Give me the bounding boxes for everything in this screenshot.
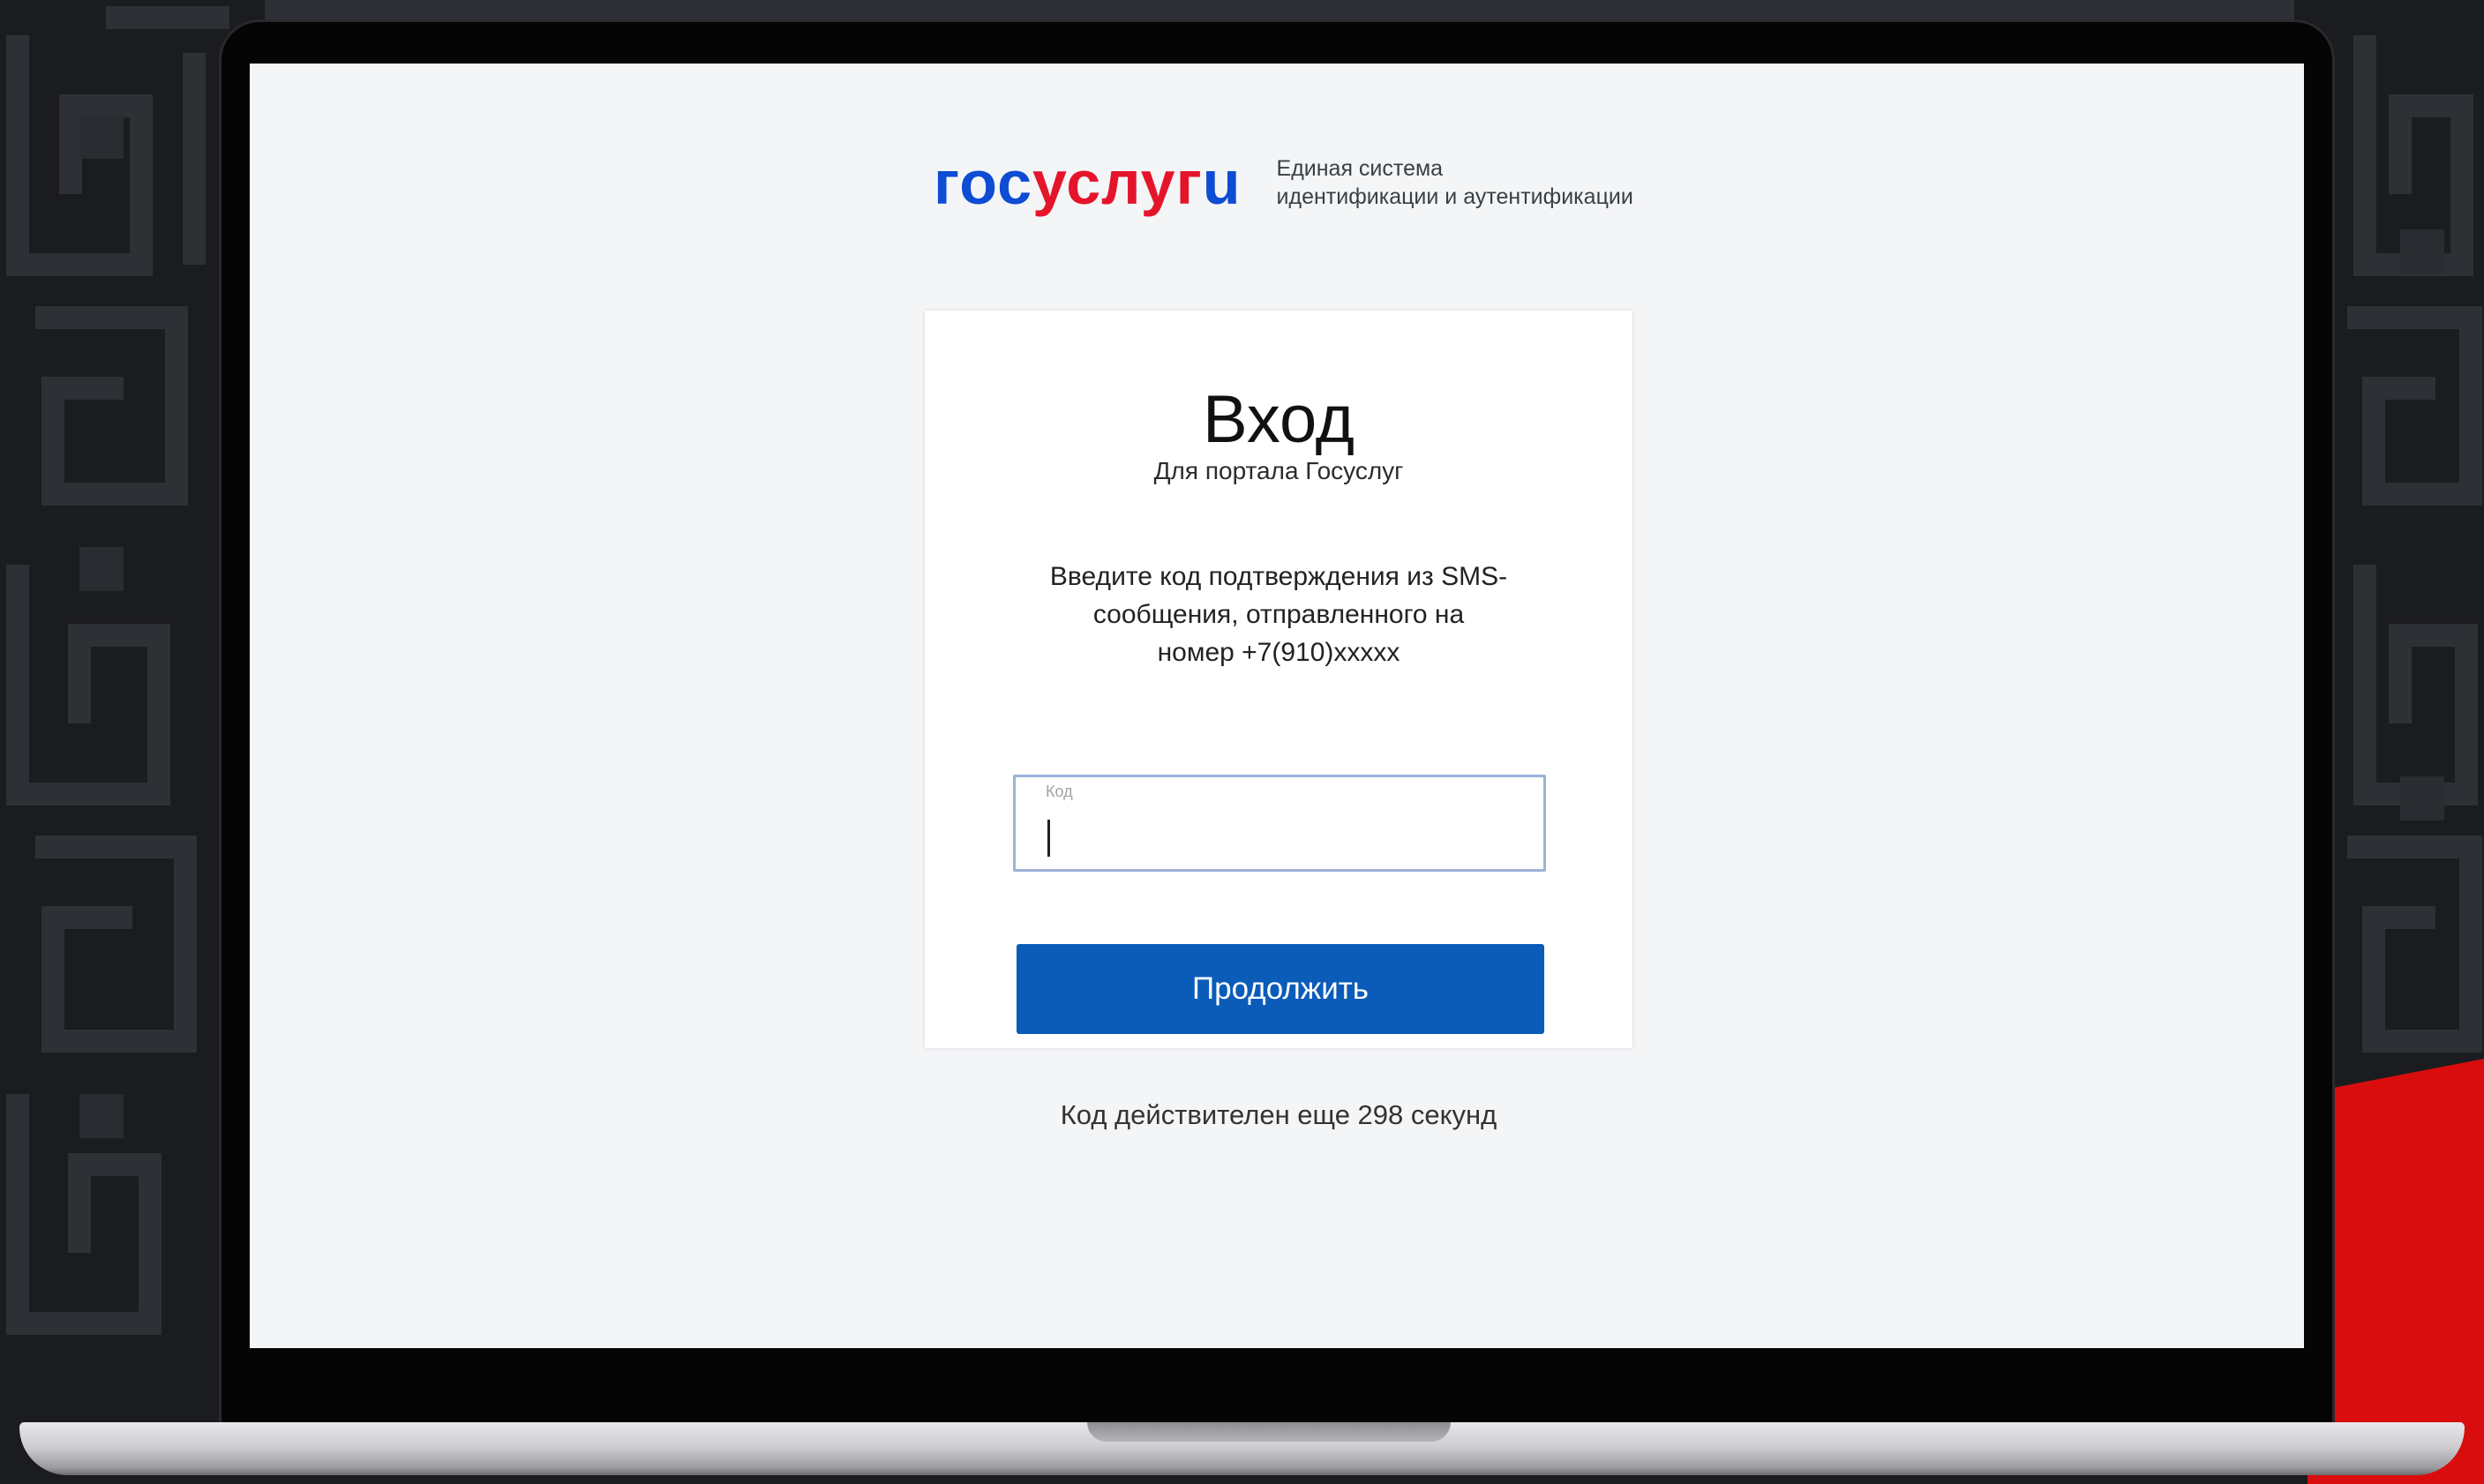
logo-part-uslug: услуг <box>1032 148 1203 217</box>
instructions-line: сообщения, отправленного на <box>1092 600 1465 629</box>
text-cursor <box>1047 820 1050 857</box>
brand-caption-line2: идентификации и аутентификации <box>1276 184 1633 209</box>
sms-instructions: Введите код подтверждения из SMS- сообще… <box>1013 558 1544 671</box>
page-subtitle: Для портала Госуслуг <box>1153 457 1404 484</box>
code-input[interactable] <box>1051 816 1513 860</box>
instructions-line: номер +7(910)xxxxx <box>1157 638 1400 667</box>
logo-part-gos: гос <box>934 148 1032 217</box>
brand-header: госуслугu Единая система идентификации и… <box>934 152 1633 214</box>
login-card: Вход Для портала Госуслуг Введите код по… <box>925 311 1632 1048</box>
continue-button[interactable]: Продолжить <box>1017 944 1544 1034</box>
brand-caption-line1: Единая система <box>1276 156 1444 181</box>
code-field[interactable]: Код <box>1013 775 1546 872</box>
brand-caption: Единая система идентификации и аутентифи… <box>1277 154 1633 211</box>
gosuslugi-logo[interactable]: госуслугu <box>934 152 1242 214</box>
code-timer: Код действителен еще 298 секунд <box>1060 1099 1497 1130</box>
laptop-screen: госуслугu Единая система идентификации и… <box>250 64 2304 1348</box>
page-title: Вход <box>1203 382 1355 457</box>
logo-part-u: u <box>1202 148 1242 217</box>
instructions-line: Введите код подтверждения из SMS- <box>1049 562 1508 591</box>
code-field-label: Код <box>1046 783 1073 800</box>
laptop-notch <box>1087 1422 1451 1442</box>
